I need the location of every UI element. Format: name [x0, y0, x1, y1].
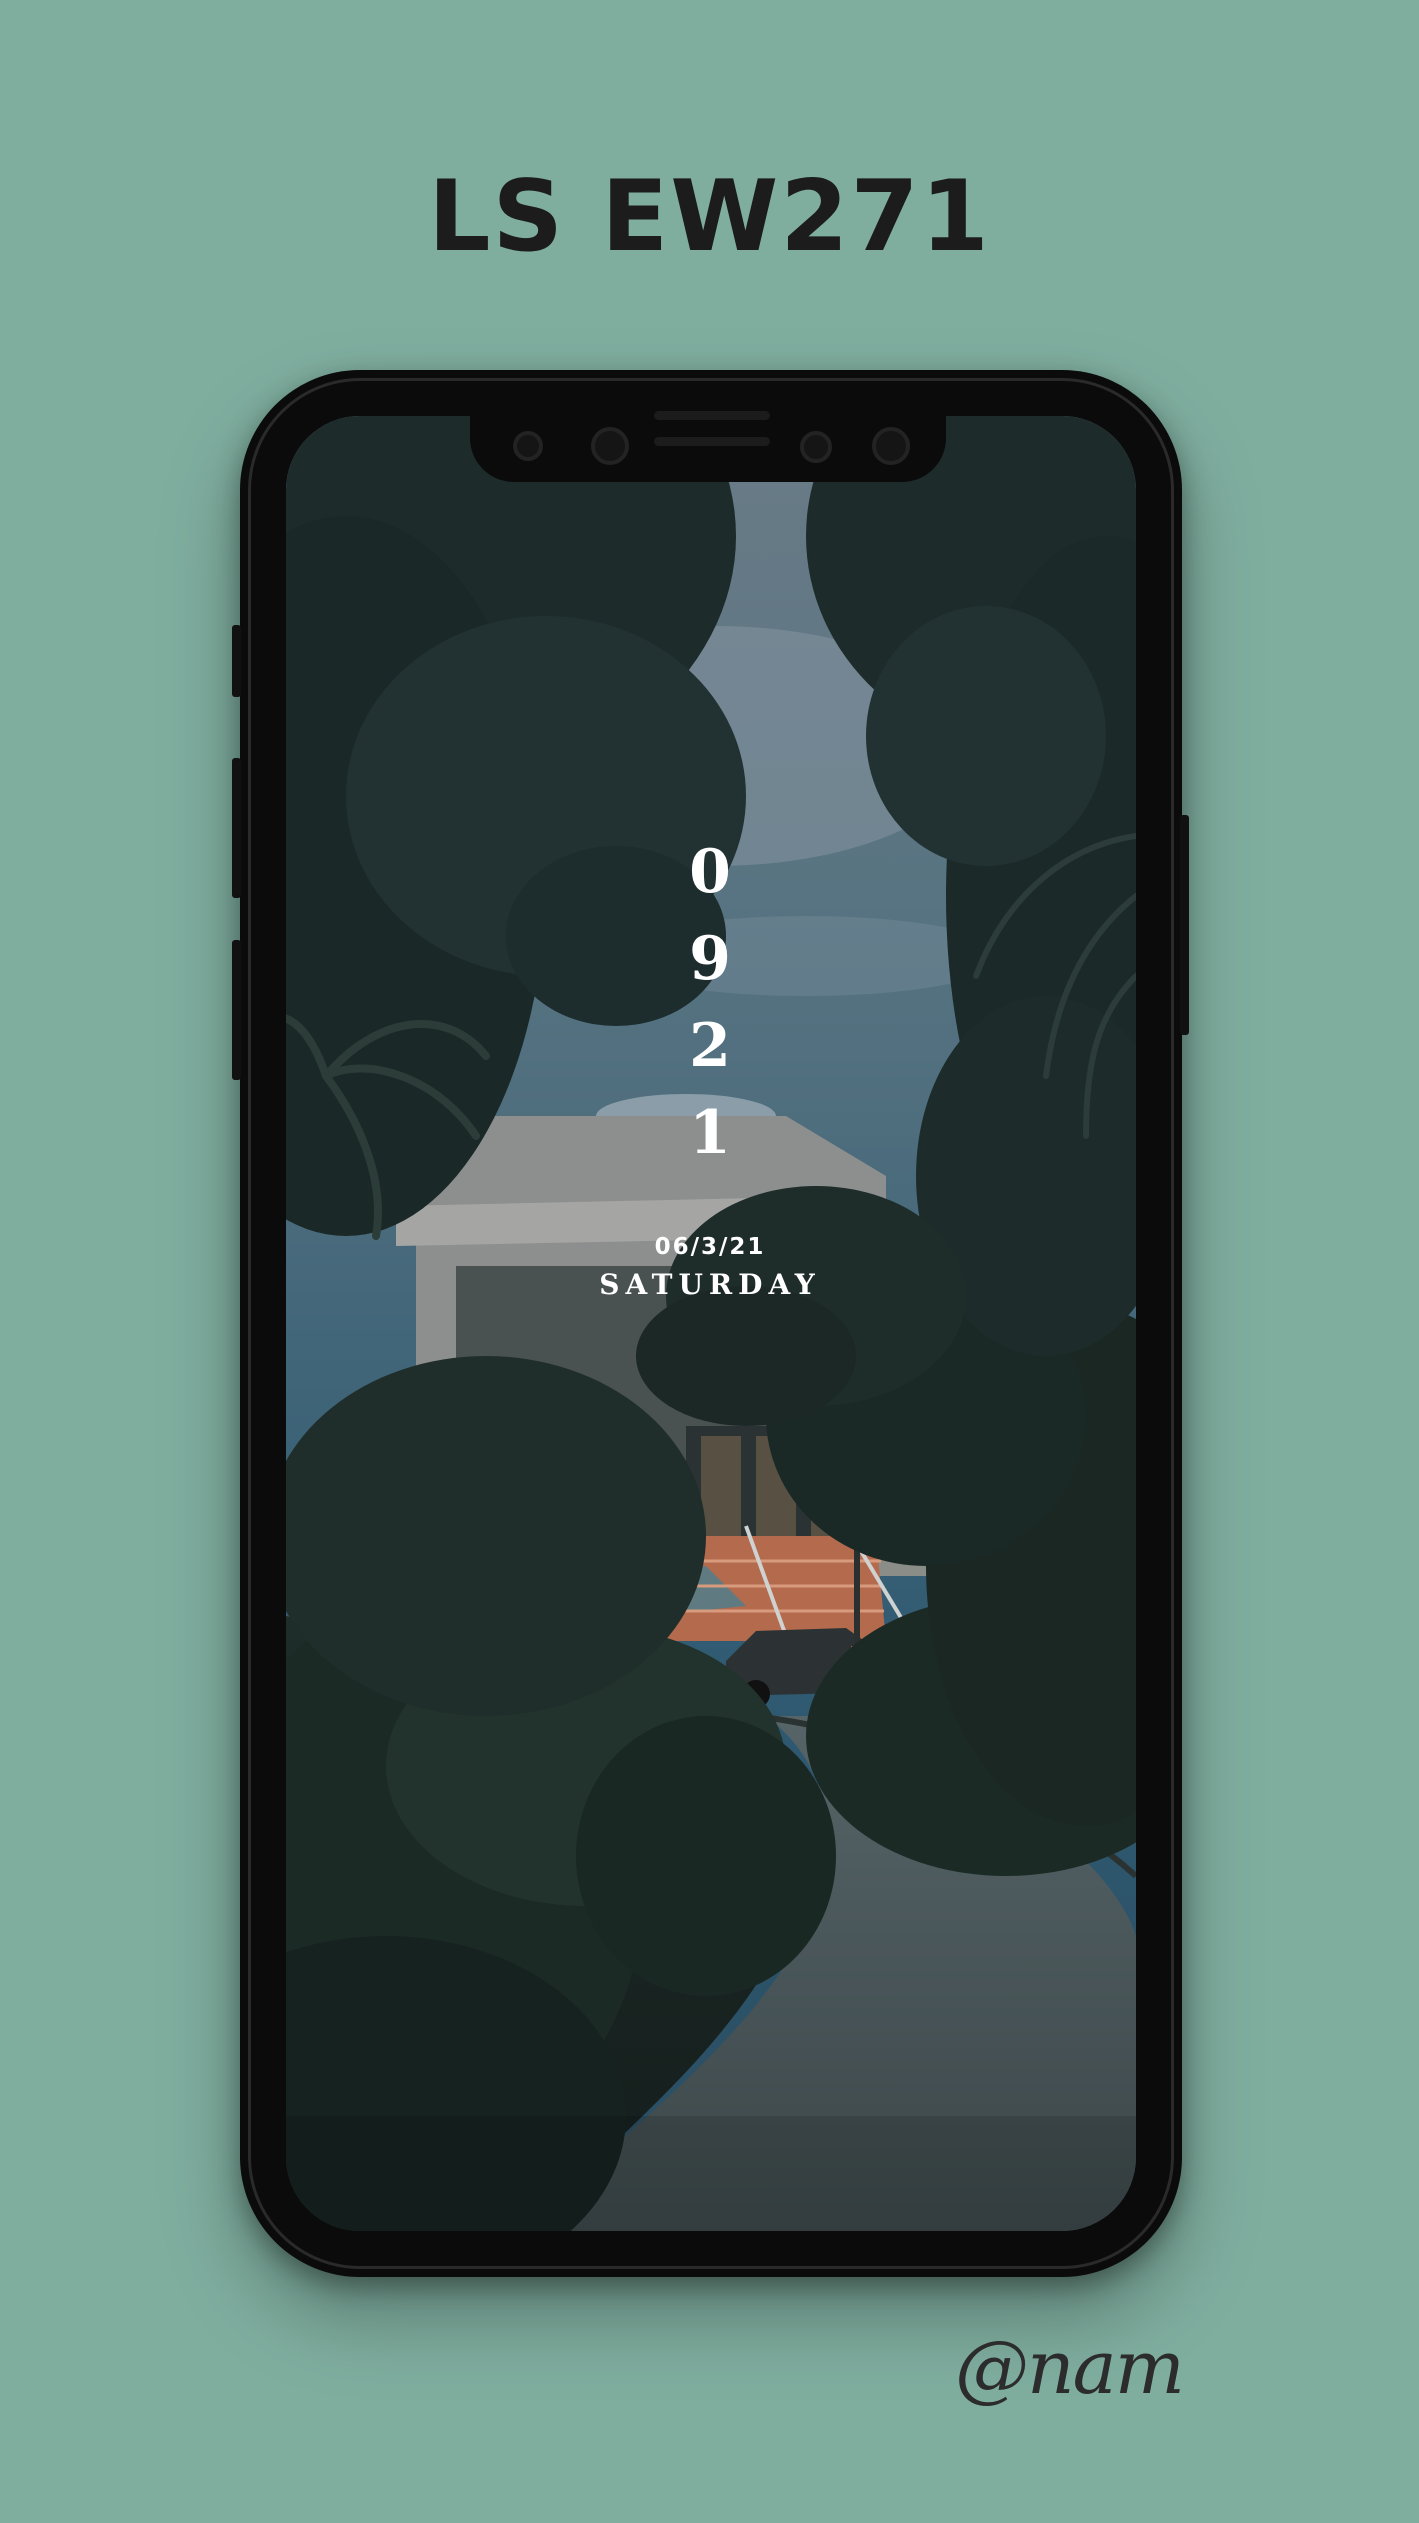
- earpiece-speaker: [654, 411, 770, 420]
- volume-up-button: [232, 758, 241, 898]
- clock-minute-tens: 2: [689, 1011, 731, 1081]
- clock-hour-tens: 0: [689, 837, 731, 907]
- volume-down-button: [232, 940, 241, 1080]
- lockscreen-date: 06/3/21: [654, 1234, 766, 1260]
- clock-hour-ones: 9: [689, 924, 731, 994]
- clock-minute-ones: 1: [689, 1098, 731, 1168]
- sensor-icon: [591, 427, 629, 465]
- front-camera-icon: [872, 427, 910, 465]
- earpiece-speaker-lower: [654, 437, 770, 446]
- power-button: [1180, 815, 1189, 1035]
- camera-icon: [513, 431, 543, 461]
- author-signature: @nam: [955, 2325, 1185, 2411]
- wallpaper-photo: [286, 416, 1136, 2231]
- proximity-sensor-icon: [800, 431, 832, 463]
- lockscreen-day: SATURDAY: [599, 1268, 821, 1301]
- page-title: LS EW271: [428, 160, 991, 274]
- silent-switch: [232, 625, 241, 697]
- lockscreen-wallpaper: [286, 416, 1136, 2231]
